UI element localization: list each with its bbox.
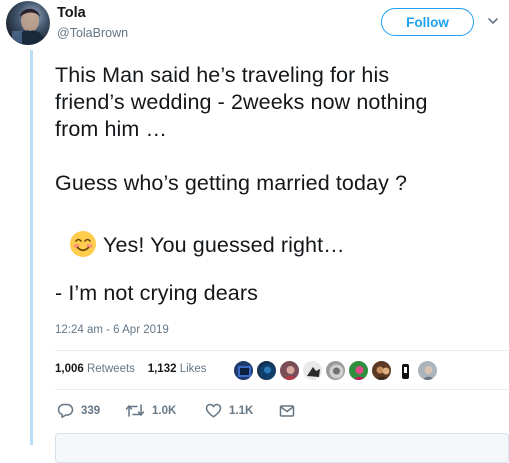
retweet-button[interactable]: 1.0K: [125, 403, 205, 418]
reply-composer[interactable]: [55, 433, 509, 463]
envelope-icon: [279, 404, 295, 417]
divider: [55, 350, 509, 351]
avatar-liker-9[interactable]: [417, 360, 438, 381]
thread-line: [30, 50, 33, 445]
tweet-line: - I’m not crying dears: [55, 281, 258, 305]
direct-message-button[interactable]: [279, 404, 302, 418]
retweet-count: 1.0K: [152, 404, 177, 417]
retweets-label: Retweets: [86, 363, 135, 375]
likes-count: 1,132: [147, 363, 177, 375]
user-handle[interactable]: @TolaBrown: [57, 26, 128, 40]
tweet-line: from him …: [55, 117, 168, 141]
likes-stat[interactable]: 1,132 Likes: [148, 363, 207, 375]
avatar-liker-2[interactable]: [256, 360, 277, 381]
avatar-liker-7[interactable]: [371, 360, 392, 381]
liker-avatars: [233, 360, 438, 381]
like-button[interactable]: 1.1K: [205, 403, 279, 418]
engagement-stats: 1,006 Retweets 1,132 Likes: [55, 363, 207, 375]
avatar-liker-4[interactable]: [302, 360, 323, 381]
smiling-face-emoji-icon: [69, 230, 97, 258]
chevron-down-icon[interactable]: [486, 14, 500, 28]
avatar-liker-6[interactable]: [348, 360, 369, 381]
avatar-liker-3[interactable]: [279, 360, 300, 381]
reply-button[interactable]: 339: [57, 403, 125, 418]
tweet-line-with-emoji: Yes! You guessed right…: [55, 230, 505, 259]
tweet-actions: 339 1.0K 1.1K: [57, 403, 302, 418]
avatar-liker-1[interactable]: [233, 360, 254, 381]
tweet-line: Yes! You guessed right…: [103, 233, 345, 257]
retweets-stat[interactable]: 1,006 Retweets: [55, 363, 135, 375]
reply-icon: [57, 403, 74, 418]
heart-icon: [205, 403, 222, 418]
avatar-liker-5[interactable]: [325, 360, 346, 381]
likes-label: Likes: [179, 363, 207, 375]
tweet-line: This Man said he’s traveling for his: [55, 63, 390, 87]
tweet-timestamp[interactable]: 12:24 am - 6 Apr 2019: [55, 324, 169, 336]
tweet-line: Guess who’s getting married today ?: [55, 171, 408, 195]
retweets-count: 1,006: [55, 363, 84, 375]
reply-count: 339: [81, 404, 101, 417]
retweet-icon: [125, 404, 145, 417]
divider: [55, 389, 509, 390]
like-count: 1.1K: [229, 404, 254, 417]
avatar[interactable]: [6, 1, 50, 45]
user-name[interactable]: Tola: [57, 5, 86, 21]
tweet-text: This Man said he’s traveling for his fri…: [55, 62, 505, 307]
follow-button[interactable]: Follow: [381, 8, 474, 36]
tweet-line: friend’s wedding - 2weeks now nothing: [55, 90, 428, 114]
avatar-liker-8[interactable]: [394, 360, 415, 381]
